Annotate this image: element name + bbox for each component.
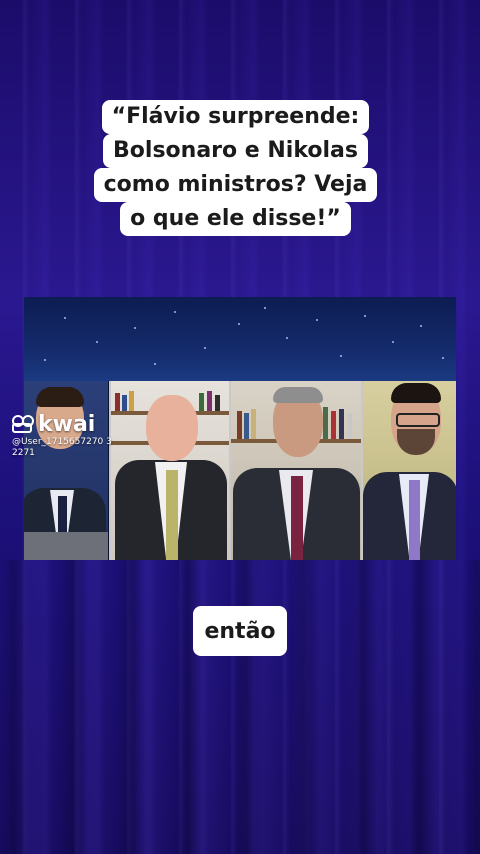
guest-2-person [231,381,362,560]
caption-line-1: “Flávio surpreende: [101,100,370,134]
video-panel-anchor [24,381,108,560]
watermark-user-handle: @User_1715657270 3 2271 [12,437,112,458]
kwai-logo-icon [12,414,34,435]
kwai-watermark: kwai @User_1715657270 3 2271 [12,412,122,459]
video-panel-guest-3 [361,381,456,560]
studio-sky-backdrop [24,297,456,381]
caption-line-4: o que ele disse!” [120,202,351,236]
video-panel-guest-1 [109,381,230,560]
anchor-desk [24,532,108,560]
headline-caption: “Flávio surpreende: Bolsonaro e Nikolas … [80,100,391,236]
kwai-brand-text: kwai [38,412,96,437]
guest-1-person [111,381,230,560]
video-panel-guest-2 [229,381,362,560]
background-streaks-lower [0,560,480,854]
caption-line-3: como ministros? Veja [93,168,378,202]
guest-3-person [363,381,456,560]
caption-line-2: Bolsonaro e Nikolas [103,134,368,168]
subtitle-caption: então [193,606,287,656]
